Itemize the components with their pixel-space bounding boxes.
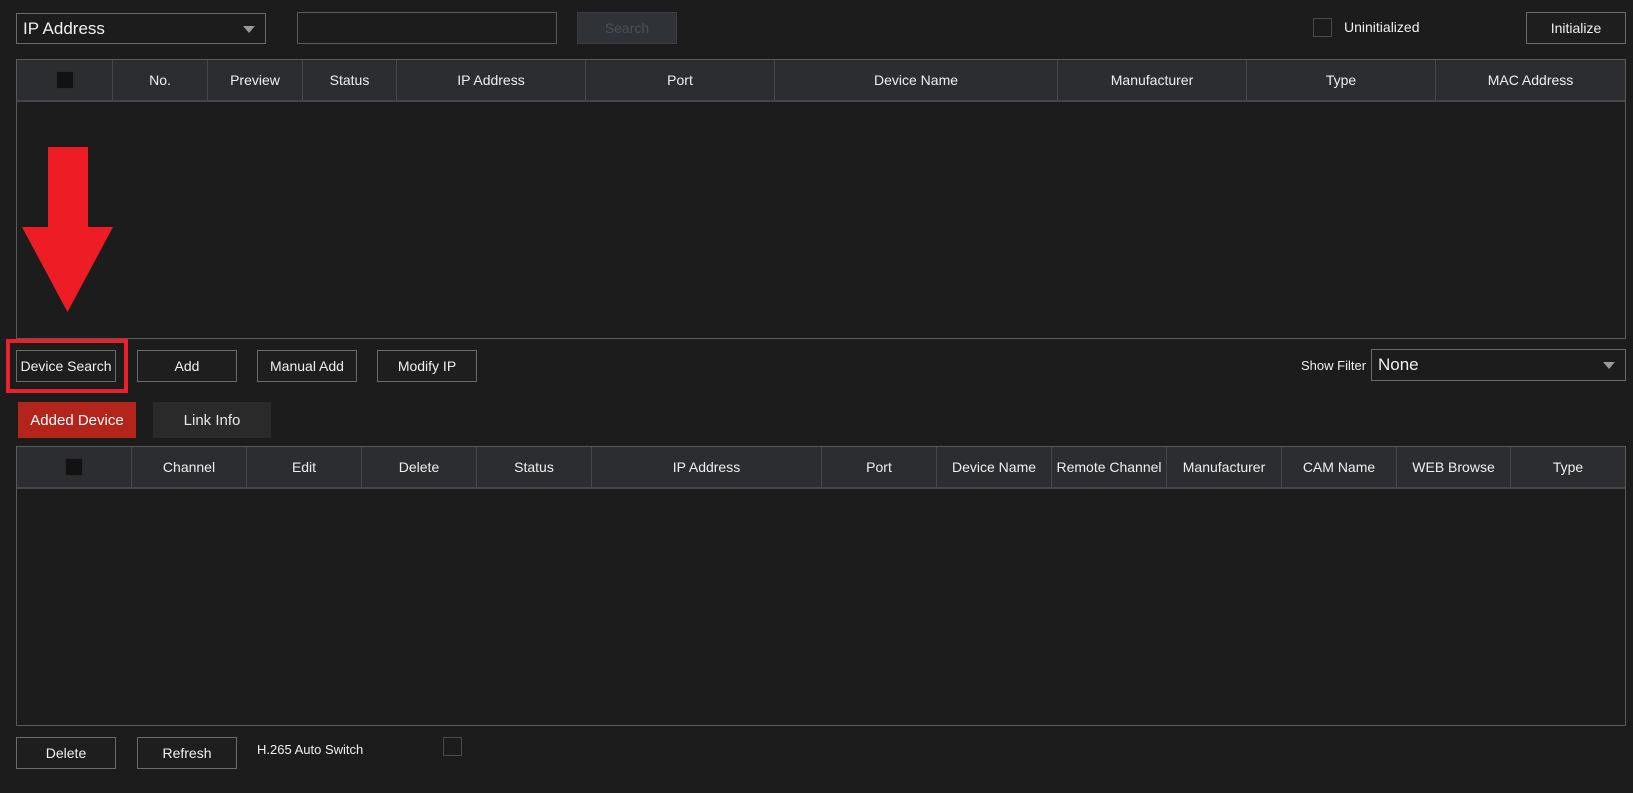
column-header: Port — [586, 60, 775, 100]
filter-type-select[interactable]: IP Address — [16, 13, 266, 44]
column-header: Remote Channel — [1052, 447, 1167, 487]
select-all-checkbox[interactable] — [55, 71, 74, 89]
search-table-header: No. Preview Status IP Address Port Devic… — [17, 60, 1625, 102]
tab-link-info[interactable]: Link Info — [153, 402, 271, 438]
chevron-down-icon — [243, 25, 255, 33]
search-button-label: Search — [604, 20, 650, 36]
filter-type-value: IP Address — [23, 18, 105, 38]
column-header: Device Name — [775, 60, 1058, 100]
tab-link-info-label: Link Info — [183, 411, 241, 429]
column-header: Port — [822, 447, 937, 487]
column-header: CAM Name — [1282, 447, 1397, 487]
initialize-button-label: Initialize — [1550, 20, 1602, 36]
show-filter-select[interactable]: None — [1371, 349, 1626, 381]
column-header: Preview — [208, 60, 303, 100]
delete-button-label: Delete — [45, 745, 87, 761]
column-header: Manufacturer — [1167, 447, 1282, 487]
manual-add-button-label: Manual Add — [270, 358, 344, 374]
added-devices-table: Channel Edit Delete Status IP Address Po… — [16, 446, 1626, 726]
column-header: Type — [1552, 459, 1584, 475]
h265-auto-switch-checkbox[interactable] — [443, 737, 462, 756]
column-header: WEB Browse — [1397, 447, 1511, 487]
column-header: Delete — [362, 447, 477, 487]
modify-ip-button-label: Modify IP — [397, 358, 457, 374]
column-header: IP Address — [397, 60, 586, 100]
column-header: No. — [113, 60, 208, 100]
select-all-cell — [17, 447, 132, 487]
added-table-header: Channel Edit Delete Status IP Address Po… — [17, 447, 1625, 489]
search-input[interactable] — [297, 12, 557, 44]
tab-added-device[interactable]: Added Device — [18, 402, 136, 438]
add-button[interactable]: Add — [137, 350, 237, 382]
refresh-button-label: Refresh — [162, 745, 212, 761]
chevron-down-icon — [1603, 362, 1615, 369]
column-header: Edit — [247, 447, 362, 487]
delete-button[interactable]: Delete — [16, 737, 116, 769]
add-button-label: Add — [174, 358, 200, 374]
tab-added-device-label: Added Device — [30, 411, 124, 429]
uninitialized-checkbox[interactable] — [1313, 18, 1332, 37]
manual-add-button[interactable]: Manual Add — [257, 350, 357, 382]
column-header: Device Name — [937, 447, 1052, 487]
initialize-button[interactable]: Initialize — [1526, 12, 1626, 44]
show-filter-value: None — [1378, 355, 1419, 374]
highlight-box — [6, 339, 128, 393]
column-header: IP Address — [592, 447, 822, 487]
column-header: Status — [477, 447, 592, 487]
h265-auto-switch-label: H.265 Auto Switch — [257, 742, 364, 757]
show-filter-label: Show Filter — [1301, 358, 1367, 373]
column-header: MAC Address — [1487, 72, 1574, 88]
column-header: Manufacturer — [1058, 60, 1247, 100]
modify-ip-button[interactable]: Modify IP — [377, 350, 477, 382]
search-button[interactable]: Search — [577, 12, 677, 44]
column-header: Channel — [132, 447, 247, 487]
refresh-button[interactable]: Refresh — [137, 737, 237, 769]
uninitialized-label: Uninitialized — [1344, 19, 1420, 35]
select-all-cell — [17, 60, 113, 100]
column-header: Status — [303, 60, 397, 100]
select-all-checkbox[interactable] — [65, 458, 83, 476]
search-results-table: No. Preview Status IP Address Port Devic… — [16, 59, 1626, 339]
column-header: Type — [1247, 60, 1436, 100]
down-arrow-icon — [22, 147, 113, 312]
